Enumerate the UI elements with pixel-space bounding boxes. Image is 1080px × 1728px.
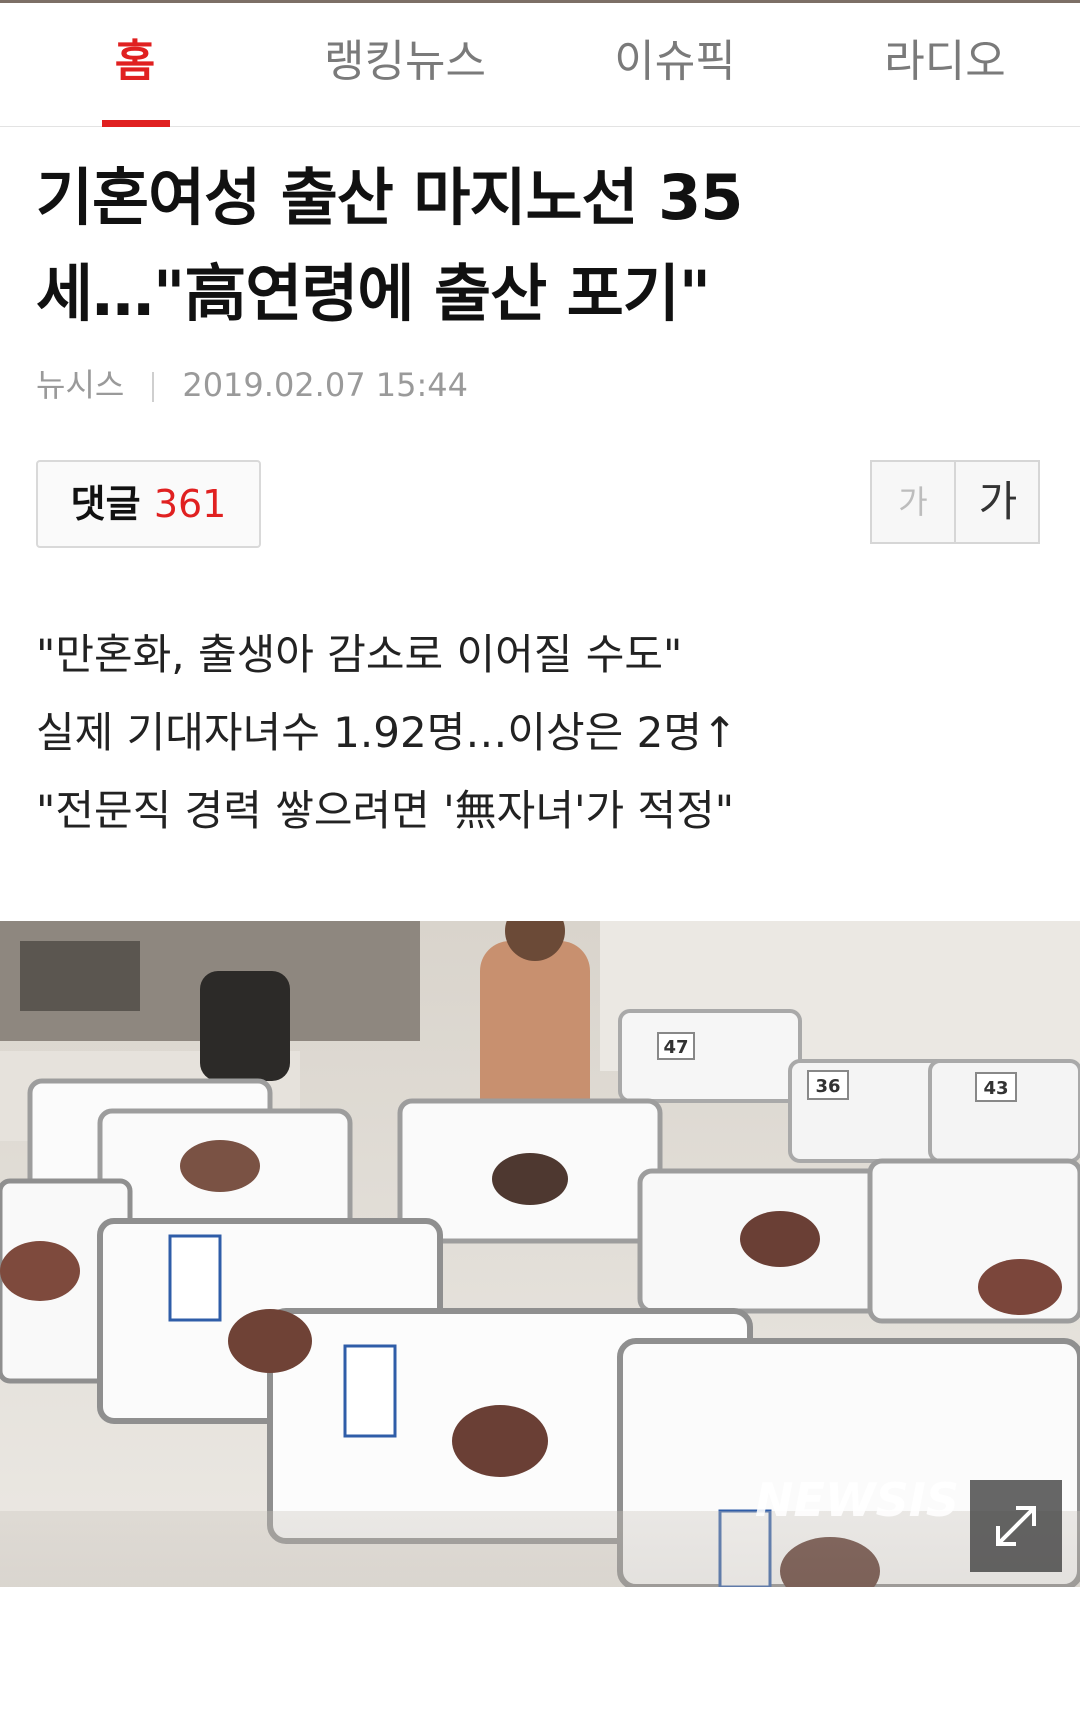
article-summary: "만혼화, 출생아 감소로 이어질 수도" 실제 기대자녀수 1.92명…이상은… bbox=[36, 616, 737, 850]
article-title-line2: 세…"高연령에 출산 포기" bbox=[36, 257, 711, 330]
article-meta: 뉴시스 2019.02.07 15:44 bbox=[36, 360, 468, 410]
summary-line: "만혼화, 출생아 감소로 이어질 수도" bbox=[36, 630, 683, 679]
summary-line: "전문직 경력 쌓으려면 '無자녀'가 적정" bbox=[36, 786, 735, 835]
article-source: 뉴시스 bbox=[36, 366, 125, 404]
bassinet-number: 36 bbox=[815, 1076, 840, 1097]
article-title-line1: 기혼여성 출산 마지노선 35 bbox=[36, 161, 743, 234]
meta-divider bbox=[152, 372, 155, 402]
tab-ranking-news[interactable]: 랭킹뉴스 bbox=[270, 3, 540, 127]
comments-button[interactable]: 댓글 361 bbox=[36, 460, 261, 548]
expand-photo-button[interactable] bbox=[970, 1480, 1062, 1572]
newsis-watermark: NEWSIS bbox=[755, 1473, 959, 1527]
comments-count: 361 bbox=[153, 482, 227, 526]
article-title: 기혼여성 출산 마지노선 35 세…"高연령에 출산 포기" bbox=[36, 150, 1046, 342]
font-size-control: 가 가 bbox=[870, 460, 1040, 544]
tab-issue-pick[interactable]: 이슈픽 bbox=[540, 3, 810, 127]
article-datetime: 2019.02.07 15:44 bbox=[182, 366, 468, 404]
top-tab-bar: 홈 랭킹뉴스 이슈픽 라디오 bbox=[0, 3, 1080, 127]
bassinet-number: 43 bbox=[983, 1078, 1008, 1099]
font-decrease-button[interactable]: 가 bbox=[872, 462, 956, 542]
font-increase-button[interactable]: 가 bbox=[956, 462, 1040, 542]
comments-label: 댓글 bbox=[70, 482, 141, 526]
active-tab-indicator bbox=[102, 120, 170, 127]
tab-home[interactable]: 홈 bbox=[0, 3, 270, 127]
tab-radio[interactable]: 라디오 bbox=[810, 3, 1080, 127]
article-photo[interactable]: 47 36 43 NEWSIS bbox=[0, 921, 1080, 1587]
summary-line: 실제 기대자녀수 1.92명…이상은 2명↑ bbox=[36, 708, 738, 757]
bassinet-number: 47 bbox=[663, 1037, 688, 1058]
expand-icon bbox=[996, 1506, 1036, 1546]
